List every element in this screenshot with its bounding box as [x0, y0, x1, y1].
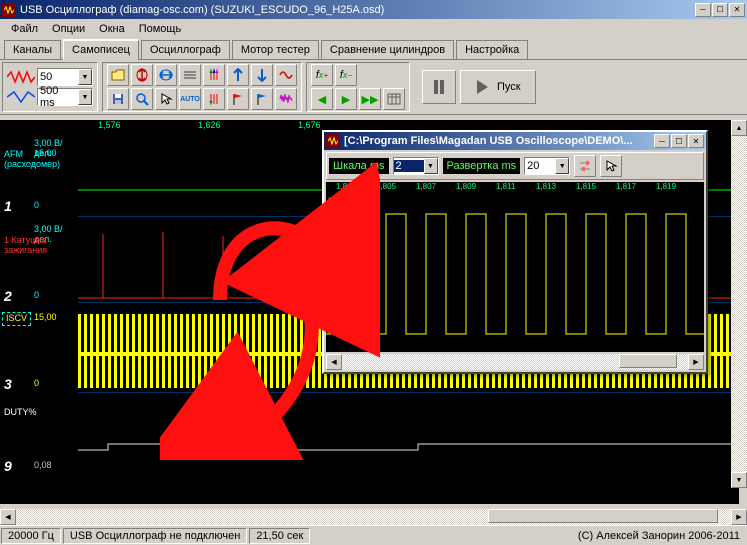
- play-small-button[interactable]: ▶: [335, 88, 357, 110]
- calendar-button[interactable]: [383, 88, 405, 110]
- flag-red-button[interactable]: [227, 88, 249, 110]
- child-title: [C:\Program Files\Magadan USB Oscillosco…: [344, 135, 654, 147]
- amplitude-icon: [7, 70, 35, 84]
- menu-windows[interactable]: Окна: [92, 21, 132, 37]
- scroll-right-button[interactable]: ▶: [731, 509, 747, 525]
- status-freq: 20000 Гц: [1, 528, 61, 544]
- tab-channels[interactable]: Каналы: [4, 40, 61, 59]
- zoom-vertical-button[interactable]: [131, 64, 153, 86]
- ch2-number: 2: [4, 288, 12, 304]
- child-close-button[interactable]: ✕: [688, 134, 704, 148]
- menu-options[interactable]: Опции: [45, 21, 92, 37]
- status-time: 21,50 сек: [249, 528, 310, 544]
- child-app-icon: [326, 134, 340, 148]
- ch3-number: 3: [4, 376, 12, 392]
- menu-file[interactable]: Файл: [4, 21, 45, 37]
- sine-button[interactable]: [275, 64, 297, 86]
- multicolor-up-button[interactable]: [203, 64, 225, 86]
- timebase-combo[interactable]: 500 ms ▼: [37, 88, 93, 106]
- zoom-horizontal-button[interactable]: [155, 64, 177, 86]
- auto-button[interactable]: AUTO: [179, 88, 201, 110]
- channel-labels: 3,00 В/дел. AFM (расходомер) 15,00 1 0 3…: [0, 120, 78, 504]
- child-scroll-thumb[interactable]: [619, 354, 677, 368]
- chevron-down-icon[interactable]: ▼: [78, 89, 92, 105]
- child-maximize-button[interactable]: ☐: [671, 134, 687, 148]
- menu-bar: Файл Опции Окна Помощь: [0, 19, 747, 38]
- child-toolbar: Шкала ms 2 ▼ Развертка ms 20 ▼: [326, 152, 704, 180]
- prev-button[interactable]: ◀: [311, 88, 333, 110]
- move-down-button[interactable]: [251, 64, 273, 86]
- horizontal-scrollbar[interactable]: ◀ ▶: [0, 509, 747, 525]
- ch3-name[interactable]: ISCV: [2, 312, 31, 326]
- toolbar: 50 ▼ 500 ms ▼: [0, 60, 747, 115]
- play-controls: Пуск: [422, 62, 540, 112]
- zoom-button[interactable]: [131, 88, 153, 110]
- tab-strip: Каналы Самописец Осциллограф Мотор тесте…: [0, 38, 747, 60]
- close-button[interactable]: ✕: [729, 3, 745, 17]
- multicolor-down-button[interactable]: [203, 88, 225, 110]
- tab-motortester[interactable]: Мотор тестер: [232, 40, 319, 59]
- app-title: USB Осциллограф (diamag-osc.com) (SUZUKI…: [20, 4, 695, 16]
- ch2-name: 1 Катушка зажигания: [2, 234, 49, 258]
- child-pointer-button[interactable]: [600, 155, 622, 177]
- open-button[interactable]: [107, 64, 129, 86]
- amplitude-combo[interactable]: 50 ▼: [37, 68, 93, 86]
- noise-button[interactable]: [275, 88, 297, 110]
- status-bar: 20000 Гц USB Осциллограф не подключен 21…: [0, 525, 747, 545]
- title-bar: USB Осциллограф (diamag-osc.com) (SUZUKI…: [0, 0, 747, 19]
- start-button[interactable]: Пуск: [460, 70, 536, 104]
- app-icon: [2, 3, 16, 17]
- scale-combo[interactable]: 2 ▼: [393, 157, 439, 175]
- chevron-down-icon[interactable]: ▼: [78, 69, 92, 85]
- scroll-left-button[interactable]: ◀: [0, 509, 16, 525]
- chevron-down-icon[interactable]: ▼: [555, 158, 569, 174]
- fx-plus-button[interactable]: fx+: [311, 64, 333, 86]
- child-plot[interactable]: 1,803 1,805 1,807 1,809 1,811 1,813 1,81…: [326, 182, 704, 352]
- save-button[interactable]: [107, 88, 129, 110]
- start-label: Пуск: [497, 81, 521, 93]
- ch4-number: 9: [4, 458, 12, 474]
- status-copyright: (C) Алексей Занорин 2006-2011: [572, 529, 746, 543]
- timebase-icon: [7, 90, 35, 104]
- sweep-combo[interactable]: 20 ▼: [524, 157, 570, 175]
- next-button[interactable]: ▶▶: [359, 88, 381, 110]
- child-slider-button[interactable]: [574, 155, 596, 177]
- move-up-button[interactable]: [227, 64, 249, 86]
- fx-minus-button[interactable]: fx−: [335, 64, 357, 86]
- menu-help[interactable]: Помощь: [132, 21, 189, 37]
- scroll-thumb[interactable]: [488, 509, 718, 523]
- tab-settings[interactable]: Настройка: [456, 40, 528, 59]
- status-connection: USB Осциллограф не подключен: [63, 528, 247, 544]
- vertical-scrollbar[interactable]: ▲ ▼: [731, 120, 747, 488]
- ch1-number: 1: [4, 198, 12, 214]
- child-window[interactable]: [C:\Program Files\Magadan USB Oscillosco…: [322, 130, 708, 374]
- child-scroll-left[interactable]: ◀: [326, 354, 342, 370]
- minimize-button[interactable]: ─: [695, 3, 711, 17]
- tab-oscilloscope[interactable]: Осциллограф: [141, 40, 230, 59]
- tab-recorder[interactable]: Самописец: [63, 39, 139, 60]
- sweep-label: Развертка ms: [443, 158, 521, 174]
- grid-lines-button[interactable]: [179, 64, 201, 86]
- pause-button[interactable]: [422, 70, 456, 104]
- tab-cylinders[interactable]: Сравнение цилиндров: [321, 40, 454, 59]
- scale-label: Шкала ms: [329, 158, 389, 174]
- pointer-button[interactable]: [155, 88, 177, 110]
- chevron-down-icon[interactable]: ▼: [424, 158, 438, 174]
- ch4-name: DUTY%: [2, 406, 39, 420]
- flag-blue-button[interactable]: [251, 88, 273, 110]
- child-minimize-button[interactable]: ─: [654, 134, 670, 148]
- child-scroll-right[interactable]: ▶: [688, 354, 704, 370]
- maximize-button[interactable]: ☐: [712, 3, 728, 17]
